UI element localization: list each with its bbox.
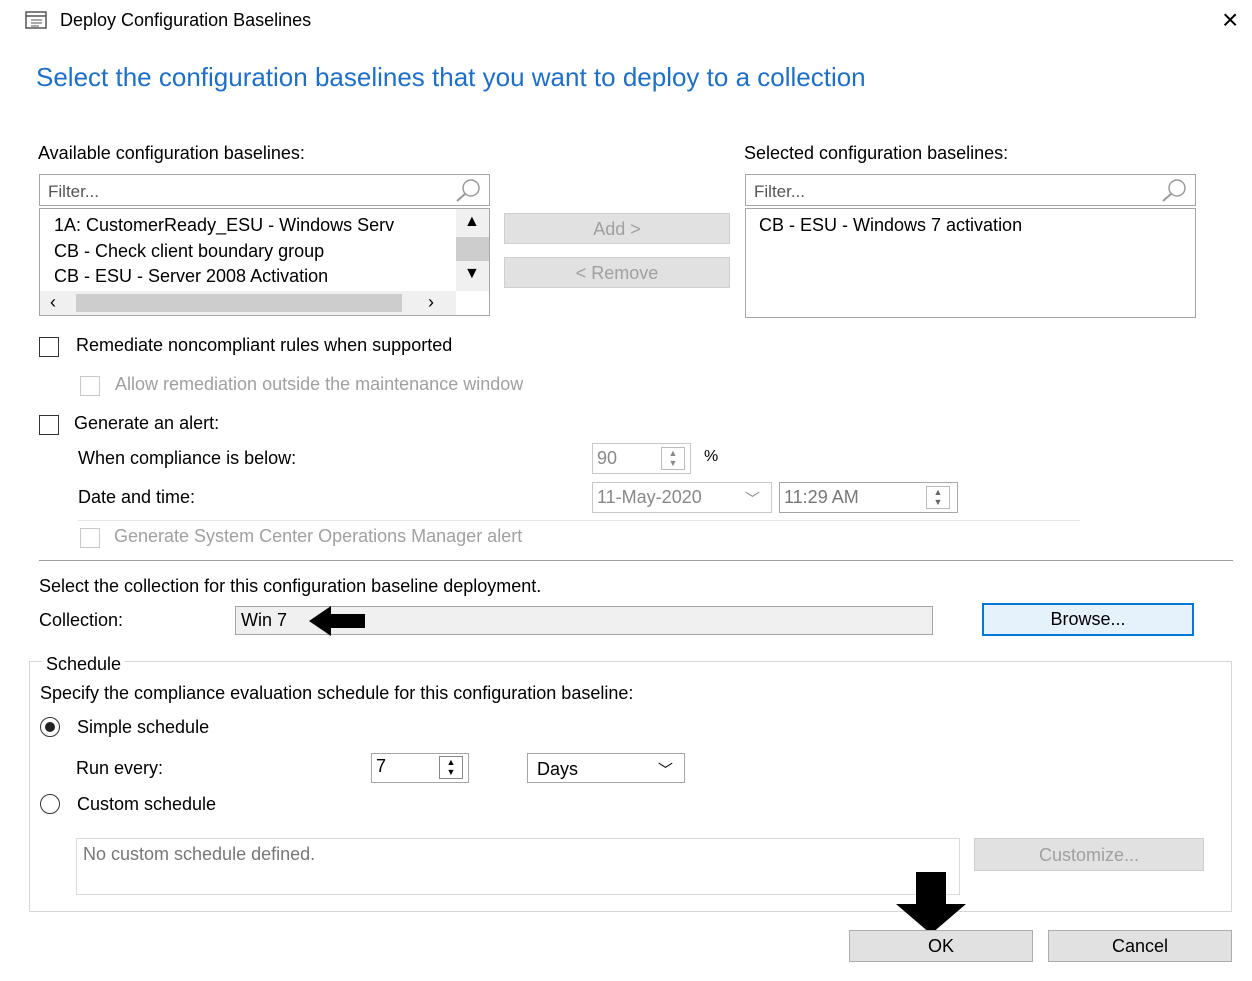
spinner-icon[interactable]: ▲ ▼ (926, 486, 950, 509)
filter-placeholder: Filter... (48, 182, 100, 201)
list-item[interactable]: 1A: CustomerReady_ESU - Windows Serv (54, 215, 394, 236)
page-heading: Select the configuration baselines that … (36, 62, 866, 92)
window-icon (25, 11, 47, 29)
collection-label: Collection: (39, 610, 124, 630)
compliance-stepper[interactable]: 90 ▲ ▼ (592, 443, 691, 474)
arrow-down-icon (896, 872, 966, 939)
browse-button[interactable]: Browse... (982, 603, 1194, 636)
add-button[interactable]: Add > (504, 213, 730, 244)
search-icon (1161, 178, 1187, 207)
customize-button[interactable]: Customize... (974, 838, 1204, 871)
ok-button[interactable]: OK (849, 930, 1033, 962)
scroll-left-icon[interactable]: ‹ (50, 292, 56, 313)
custom-schedule-value: No custom schedule defined. (83, 844, 316, 864)
run-every-stepper[interactable]: 7 ▲ ▼ (371, 753, 469, 783)
generate-alert-checkbox[interactable] (39, 415, 59, 435)
generate-alert-label: Generate an alert: (74, 413, 220, 433)
simple-schedule-label: Simple schedule (77, 717, 210, 737)
simple-schedule-radio[interactable] (40, 717, 60, 737)
selected-list[interactable]: CB - ESU - Windows 7 activation (745, 208, 1196, 318)
unit-select[interactable]: Days ﹀ (527, 753, 685, 783)
custom-schedule-label: Custom schedule (77, 794, 217, 814)
date-value: 11-May-2020 (597, 487, 702, 507)
unit-value: Days (537, 759, 579, 779)
spinner-icon[interactable]: ▲ ▼ (439, 756, 463, 779)
time-picker[interactable]: 11:29 AM ▲ ▼ (779, 482, 958, 513)
remediate-checkbox[interactable] (39, 337, 59, 357)
horizontal-scrollbar[interactable]: ‹ › (40, 291, 456, 315)
list-item[interactable]: CB - Check client boundary group (54, 241, 324, 262)
schedule-group-label: Schedule (42, 654, 126, 675)
selected-filter-input[interactable]: Filter... (745, 174, 1196, 206)
section-divider (39, 560, 1233, 561)
scom-alert-label: Generate System Center Operations Manage… (114, 526, 523, 546)
list-item[interactable]: CB - ESU - Windows 7 activation (759, 215, 1022, 236)
available-filter-input[interactable]: Filter... (39, 174, 490, 206)
scroll-right-icon[interactable]: › (428, 292, 434, 313)
available-list[interactable]: 1A: CustomerReady_ESU - Windows Serv CB … (39, 208, 490, 316)
divider (78, 520, 1080, 521)
spinner-icon[interactable]: ▲ ▼ (661, 447, 685, 470)
cancel-button[interactable]: Cancel (1048, 930, 1232, 962)
date-time-label: Date and time: (78, 487, 196, 507)
percent-label: % (704, 448, 719, 465)
scroll-thumb[interactable] (456, 237, 489, 261)
collection-value: Win 7 (241, 610, 288, 630)
search-icon (455, 178, 481, 207)
filter-placeholder: Filter... (754, 182, 806, 201)
compliance-label: When compliance is below: (78, 448, 297, 468)
remediate-label: Remediate noncompliant rules when suppor… (76, 335, 453, 355)
remove-button[interactable]: < Remove (504, 257, 730, 288)
custom-schedule-text: No custom schedule defined. (76, 838, 960, 895)
run-every-label: Run every: (76, 758, 164, 778)
arrow-left-icon (309, 606, 365, 641)
scom-alert-checkbox[interactable] (80, 528, 100, 548)
time-value: 11:29 AM (784, 487, 859, 507)
chevron-down-icon[interactable]: ﹀ (745, 488, 760, 509)
scroll-thumb-h[interactable] (76, 294, 402, 312)
selected-label: Selected configuration baselines: (744, 143, 1009, 163)
available-label: Available configuration baselines: (38, 143, 305, 163)
date-picker[interactable]: 11-May-2020 ﹀ (592, 482, 772, 513)
close-icon[interactable]: × (1222, 4, 1238, 36)
schedule-instruction: Specify the compliance evaluation schedu… (40, 683, 634, 703)
vertical-scrollbar[interactable]: ▲ ▼ (456, 209, 489, 291)
list-item[interactable]: CB - ESU - Server 2008 Activation (54, 266, 328, 287)
allow-remediation-checkbox[interactable] (80, 376, 100, 396)
scroll-up-icon[interactable]: ▲ (464, 213, 480, 231)
scroll-down-icon[interactable]: ▼ (464, 265, 480, 283)
custom-schedule-radio[interactable] (40, 794, 60, 814)
allow-remediation-label: Allow remediation outside the maintenanc… (115, 374, 524, 394)
chevron-down-icon[interactable]: ﹀ (658, 759, 673, 780)
compliance-value: 90 (597, 448, 618, 468)
window-title: Deploy Configuration Baselines (60, 10, 312, 30)
run-every-value: 7 (376, 756, 387, 776)
collection-instruction: Select the collection for this configura… (39, 576, 542, 596)
